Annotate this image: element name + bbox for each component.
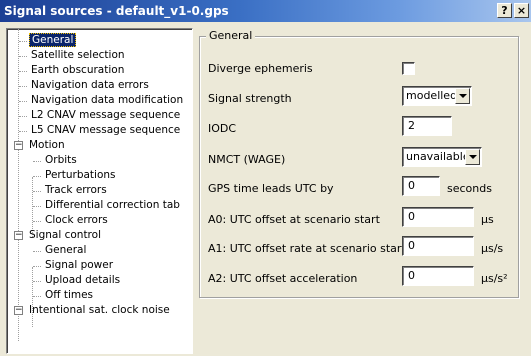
navigation-tree: General Satellite selection Earth obscur… [6, 28, 193, 354]
tree-item-off-times[interactable]: Off times [43, 288, 95, 303]
group-title: General [206, 29, 256, 42]
title-bar: Signal sources - default_v1-0.gps ? × [0, 0, 531, 22]
iodc-label: IODC [208, 122, 237, 135]
tree-item-navigation-data-modification[interactable]: Navigation data modification [29, 93, 185, 108]
a0-input[interactable]: 0 [402, 207, 474, 227]
iodc-input[interactable]: 2 [402, 116, 452, 136]
a2-input[interactable]: 0 [402, 266, 474, 286]
tree-item-track-errors[interactable]: Track errors [43, 183, 109, 198]
tree-item-signal-power[interactable]: Signal power [43, 258, 115, 273]
tree-connector [18, 29, 19, 341]
tree-item-perturbations[interactable]: Perturbations [43, 168, 118, 183]
diverge-ephemeris-checkbox[interactable] [402, 62, 415, 75]
tree-connector [32, 267, 33, 327]
nmct-select[interactable]: unavailable [402, 147, 482, 167]
tree-item-clock-errors[interactable]: Clock errors [43, 213, 110, 228]
tree-item-general[interactable]: General [29, 33, 77, 48]
tree-item-orbits[interactable]: Orbits [43, 153, 79, 168]
a2-label: A2: UTC offset acceleration [208, 272, 358, 285]
tree-item-satellite-selection[interactable]: Satellite selection [29, 48, 127, 63]
signal-strength-select[interactable]: modelled [402, 86, 472, 106]
tree-item-l2-cnav-message-sequence[interactable]: L2 CNAV message sequence [29, 108, 182, 123]
tree-item-signal-control-general[interactable]: General [43, 243, 88, 258]
tree-item-l5-cnav-message-sequence[interactable]: L5 CNAV message sequence [29, 123, 182, 138]
gps-leads-utc-input[interactable]: 0 [402, 176, 440, 196]
dropdown-arrow-icon[interactable] [465, 149, 480, 165]
dropdown-arrow-icon[interactable] [455, 88, 470, 104]
a0-label: A0: UTC offset at scenario start [208, 213, 380, 226]
tree-item-intentional-sat-clock-noise[interactable]: Intentional sat. clock noise [27, 303, 172, 318]
a0-units: µs [481, 213, 494, 226]
nmct-value: unavailable [406, 150, 470, 163]
signal-strength-label: Signal strength [208, 92, 292, 105]
close-button[interactable]: × [514, 3, 529, 18]
collapse-icon[interactable]: − [14, 306, 23, 315]
tree-item-motion[interactable]: Motion [27, 138, 67, 153]
window-title: Signal sources - default_v1-0.gps [4, 4, 229, 18]
tree-item-signal-control[interactable]: Signal control [27, 228, 103, 243]
a1-units: µs/s [481, 242, 504, 255]
a2-units: µs/s² [481, 272, 508, 285]
a1-label: A1: UTC offset rate at scenario start [208, 242, 406, 255]
diverge-ephemeris-label: Diverge ephemeris [208, 62, 313, 75]
general-groupbox [199, 36, 519, 298]
collapse-icon[interactable]: − [14, 231, 23, 240]
help-button[interactable]: ? [497, 3, 512, 18]
a1-input[interactable]: 0 [402, 236, 474, 256]
collapse-icon[interactable]: − [14, 141, 23, 150]
gps-leads-utc-label: GPS time leads UTC by [208, 182, 334, 195]
tree-item-differential-correction-tab[interactable]: Differential correction tab [43, 198, 182, 213]
gps-leads-utc-units: seconds [447, 182, 492, 195]
nmct-label: NMCT (WAGE) [208, 153, 286, 166]
tree-item-earth-obscuration[interactable]: Earth obscuration [29, 63, 126, 78]
tree-item-upload-details[interactable]: Upload details [43, 273, 122, 288]
tree-item-navigation-data-errors[interactable]: Navigation data errors [29, 78, 151, 93]
signal-strength-value: modelled [406, 89, 458, 102]
